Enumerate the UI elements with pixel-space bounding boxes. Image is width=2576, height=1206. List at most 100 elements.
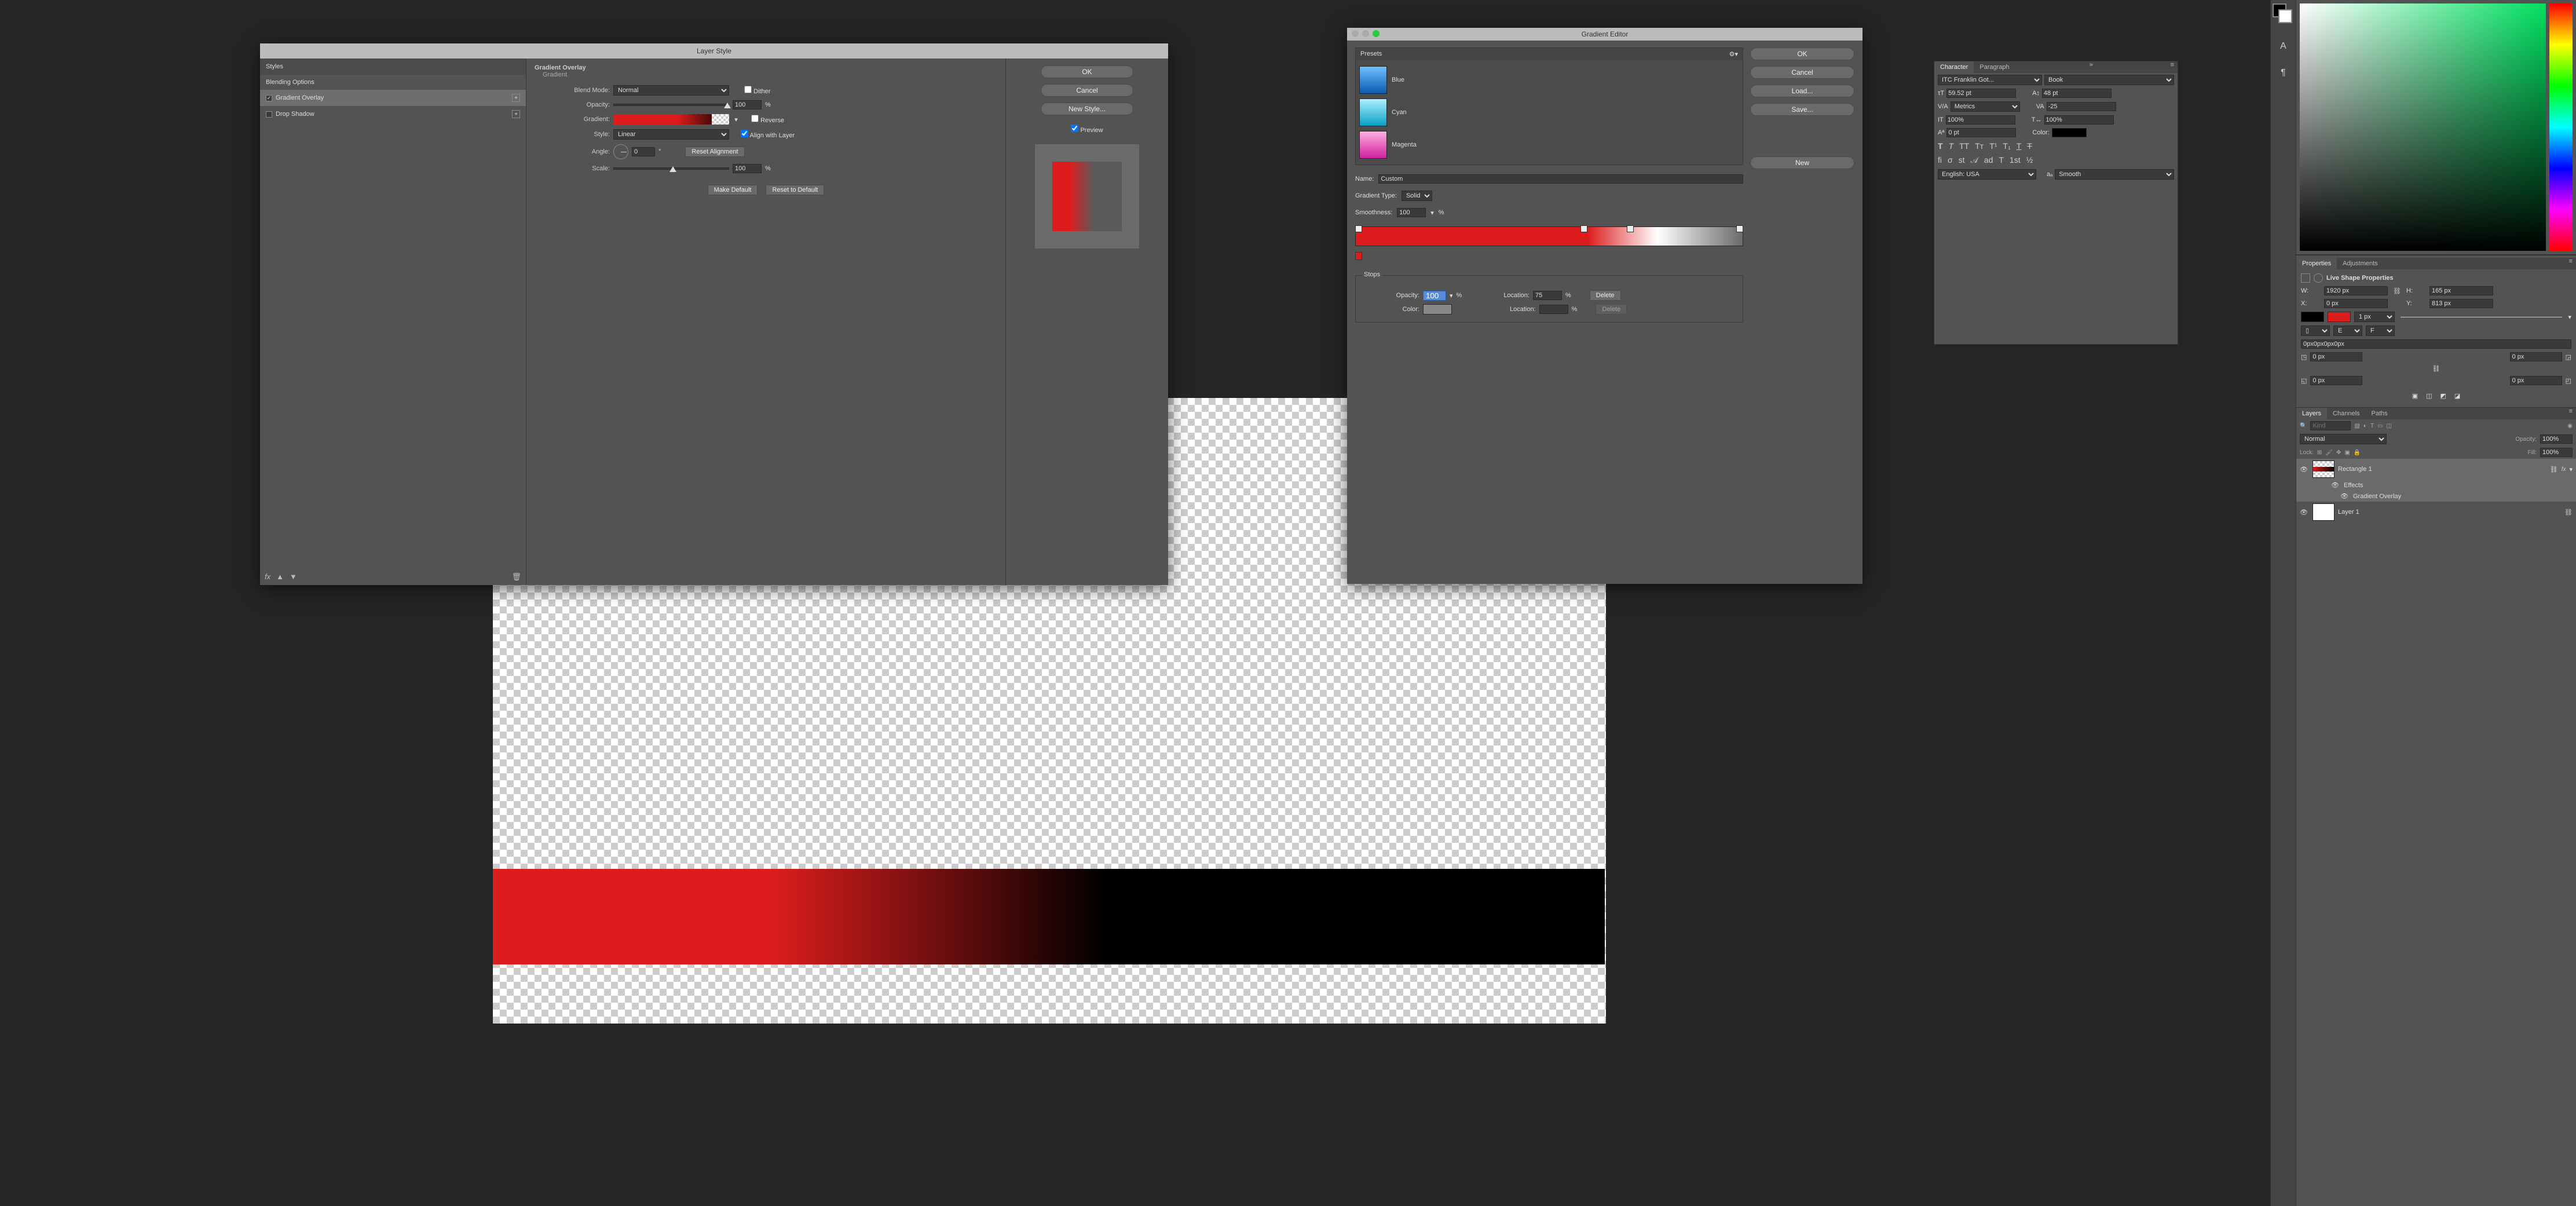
path-intersect-icon[interactable]: ◩ xyxy=(2440,392,2446,400)
corner-bl-input[interactable] xyxy=(2310,376,2362,385)
layer-style-titlebar[interactable]: Layer Style xyxy=(260,43,1168,59)
arrow-up-icon[interactable]: ▲ xyxy=(276,572,284,582)
cancel-button[interactable]: Cancel xyxy=(1041,84,1133,97)
font-family-select[interactable]: ITC Franklin Got... xyxy=(1938,75,2042,85)
layers-menu-icon[interactable]: ≡ xyxy=(2566,408,2576,419)
layer-fill-input[interactable] xyxy=(2540,448,2573,457)
stylistic-icon[interactable]: st xyxy=(1959,155,1965,165)
opacity-stop-mid[interactable] xyxy=(1580,225,1587,232)
effect-visibility-icon[interactable]: 👁 xyxy=(2340,492,2350,500)
stroke-style-dropdown-icon[interactable]: ▾ xyxy=(2568,313,2571,321)
ok-button[interactable]: OK xyxy=(1041,65,1133,78)
tab-channels[interactable]: Channels xyxy=(2327,408,2365,419)
fill-swatch[interactable] xyxy=(2301,312,2324,322)
italic-icon[interactable]: T xyxy=(1949,141,1954,151)
corner-tl-input[interactable] xyxy=(2310,352,2362,361)
new-style-button[interactable]: New Style... xyxy=(1041,103,1133,115)
ge-cancel-button[interactable]: Cancel xyxy=(1750,66,1854,79)
styles-drop-shadow[interactable]: Drop Shadow + xyxy=(260,106,526,122)
tab-layers[interactable]: Layers xyxy=(2296,408,2327,419)
titling-icon[interactable]: ad xyxy=(1984,155,1993,165)
character-panel-icon[interactable]: A xyxy=(2275,38,2292,54)
blend-mode-select[interactable]: Normal xyxy=(613,85,729,96)
half-icon[interactable]: ½ xyxy=(2026,155,2033,165)
color-stop-left[interactable] xyxy=(1355,252,1362,260)
ligatures-icon[interactable]: fi xyxy=(1938,155,1942,165)
delete-opacity-stop-button[interactable]: Delete xyxy=(1590,290,1621,301)
layer-name-layer1[interactable]: Layer 1 xyxy=(2338,509,2359,516)
arrow-down-icon[interactable]: ▼ xyxy=(290,572,297,582)
link-wh-icon[interactable]: ⛓ xyxy=(2391,287,2403,295)
preview-checkbox[interactable] xyxy=(1071,125,1078,132)
lock-artboard-icon[interactable]: ▣ xyxy=(2344,449,2350,456)
baseline-input[interactable] xyxy=(1946,128,2016,137)
align-stroke-select[interactable]: ▯ xyxy=(2301,326,2330,336)
layer-rectangle1[interactable]: 👁 Rectangle 1 ⛓ fx ▾ xyxy=(2296,459,2576,480)
superscript-icon[interactable]: T¹ xyxy=(1989,141,1997,151)
bold-icon[interactable]: T xyxy=(1938,141,1943,151)
angle-input[interactable] xyxy=(632,147,655,156)
name-input[interactable] xyxy=(1378,174,1743,184)
fx-icon[interactable]: fx xyxy=(265,572,270,582)
traffic-zoom-icon[interactable] xyxy=(1373,30,1380,37)
ge-load-button[interactable]: Load... xyxy=(1750,85,1854,97)
stop-opacity-dropdown-icon[interactable]: ▾ xyxy=(1450,292,1453,299)
angle-dial[interactable] xyxy=(613,144,628,159)
filter-kind-input[interactable] xyxy=(2310,421,2351,430)
gradient-editor-titlebar[interactable]: Gradient Editor xyxy=(1347,28,1863,41)
char-color-swatch[interactable] xyxy=(2052,128,2087,137)
filter-pixel-icon[interactable]: ▧ xyxy=(2354,423,2359,429)
font-style-select[interactable]: Book xyxy=(2044,75,2174,85)
fractions-icon[interactable]: 1st xyxy=(2010,155,2021,165)
smoothness-dropdown-icon[interactable]: ▾ xyxy=(1430,209,1434,217)
fx-expand-icon[interactable]: ▾ xyxy=(2569,466,2573,473)
stop-location-input[interactable] xyxy=(1533,291,1562,300)
tab-properties[interactable]: Properties xyxy=(2296,258,2337,269)
effects-visibility-icon[interactable]: 👁 xyxy=(2331,481,2340,489)
tab-paths[interactable]: Paths xyxy=(2366,408,2394,419)
vscale-input[interactable] xyxy=(1946,115,2015,125)
gradient-type-select[interactable]: Solid xyxy=(1402,191,1432,201)
filter-kind-icon[interactable]: 🔍 xyxy=(2300,423,2307,429)
tab-paragraph[interactable]: Paragraph xyxy=(1974,61,2015,73)
layer-layer1[interactable]: 👁 Layer 1 ⛓ xyxy=(2296,502,2576,522)
corner-br-input[interactable] xyxy=(2510,376,2562,385)
opacity-stop-left[interactable] xyxy=(1355,225,1362,232)
path-exclude-icon[interactable]: ◪ xyxy=(2454,392,2460,400)
subscript-icon[interactable]: T₁ xyxy=(2003,141,2010,151)
lock-paint-icon[interactable]: 🖌 xyxy=(2325,449,2333,456)
path-subtract-icon[interactable]: ◫ xyxy=(2426,392,2432,400)
filter-adjust-icon[interactable]: ◐ xyxy=(2363,423,2367,429)
color-field[interactable] xyxy=(2300,3,2546,251)
color-picker-panel[interactable] xyxy=(2296,0,2576,255)
font-size-input[interactable] xyxy=(1946,89,2016,98)
opacity-input[interactable] xyxy=(733,100,762,109)
properties-menu-icon[interactable]: ≡ xyxy=(2566,258,2576,269)
preset-blue[interactable]: Blue xyxy=(1358,64,1740,96)
ge-new-button[interactable]: New xyxy=(1750,156,1854,169)
preset-cyan[interactable]: Cyan xyxy=(1358,96,1740,129)
presets-menu-icon[interactable]: ⚙▾ xyxy=(1729,50,1738,58)
styles-blending-options[interactable]: Blending Options xyxy=(260,75,526,90)
smallcaps-icon[interactable]: Tᴛ xyxy=(1975,141,1984,151)
visibility-icon[interactable]: 👁 xyxy=(2300,466,2309,473)
traffic-min-icon[interactable] xyxy=(1362,30,1369,37)
y-input[interactable] xyxy=(2429,299,2493,308)
style-select[interactable]: Linear xyxy=(613,129,729,140)
hscale-input[interactable] xyxy=(2044,115,2114,125)
h-input[interactable] xyxy=(2429,286,2493,295)
layer-effects-row[interactable]: 👁 Effects xyxy=(2296,480,2576,491)
gradient-swatch[interactable] xyxy=(613,114,729,125)
language-select[interactable]: English: USA xyxy=(1938,169,2036,180)
preset-magenta[interactable]: Magenta xyxy=(1358,129,1740,161)
drop-shadow-checkbox[interactable] xyxy=(266,111,272,118)
layer-blend-select[interactable]: Normal xyxy=(2300,434,2387,444)
gradient-overlay-checkbox[interactable]: ✓ xyxy=(266,95,272,101)
styles-gradient-overlay[interactable]: ✓ Gradient Overlay + xyxy=(260,90,526,106)
filter-smart-icon[interactable]: ◫ xyxy=(2387,423,2392,429)
paragraph-panel-icon[interactable]: ¶ xyxy=(2275,65,2292,81)
character-menu-icon[interactable]: ≡ xyxy=(2167,61,2178,73)
allcaps-icon[interactable]: TT xyxy=(1959,141,1969,151)
tab-character[interactable]: Character xyxy=(1934,61,1974,73)
antialias-select[interactable]: Smooth xyxy=(2055,169,2174,180)
